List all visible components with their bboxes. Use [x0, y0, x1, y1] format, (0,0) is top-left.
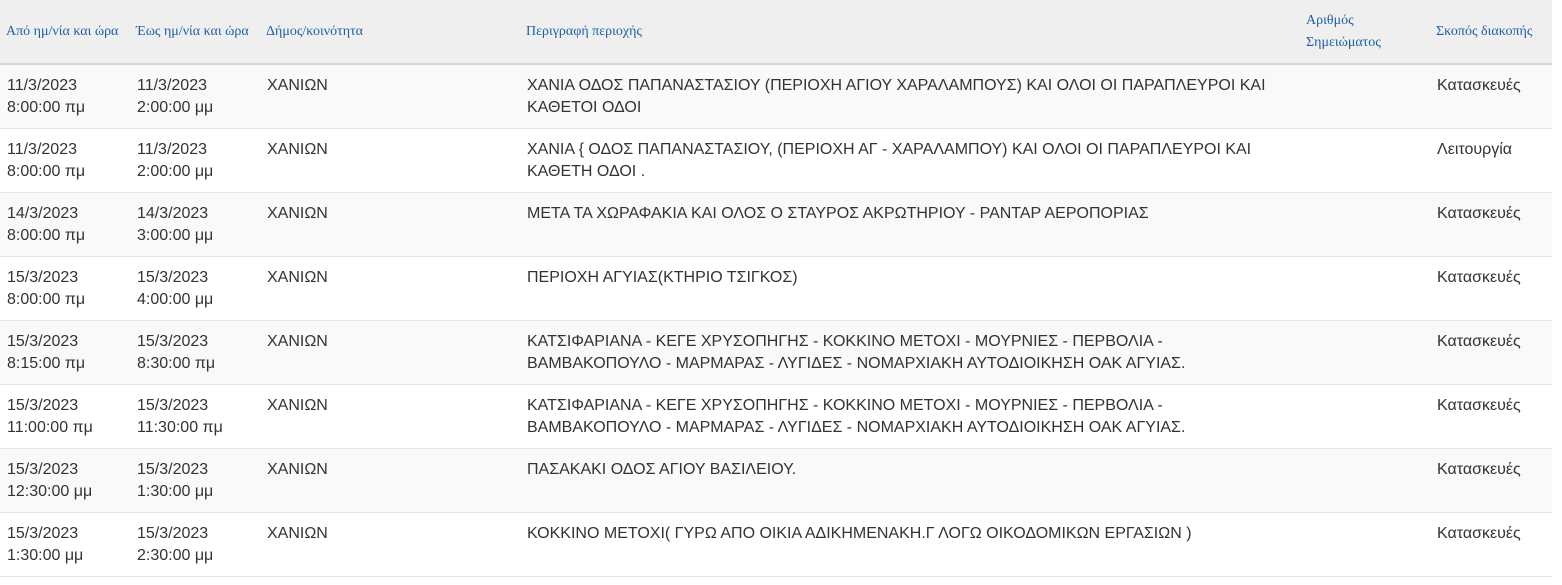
description-cell: ΧΑΝΙΑ { ΟΔΟΣ ΠΑΠΑΝΑΣΤΑΣΙΟΥ, (ΠΕΡΙΟΧΗ ΑΓ …: [527, 140, 1252, 180]
note-number-cell: [1300, 64, 1430, 128]
note-number-cell: [1300, 128, 1430, 192]
description-cell: ΚΟΚΚΙΝΟ ΜΕΤΟΧΙ( ΓΥΡΩ ΑΠΟ ΟΙΚΙΑ ΑΔΙΚΗΜΕΝΑ…: [527, 524, 1192, 542]
purpose-cell: Κατασκευές: [1437, 332, 1521, 350]
from-date: 14/3/2023: [7, 204, 79, 222]
purpose-cell: Κατασκευές: [1437, 268, 1521, 286]
note-number-cell: [1300, 384, 1430, 448]
municipality-cell: ΧΑΝΙΩΝ: [267, 332, 328, 350]
note-number-cell: [1300, 320, 1430, 384]
from-cell: 11/3/2023 8:00:00 πμ: [0, 64, 130, 128]
table-row: 11/3/2023 8:00:00 πμ 11/3/2023 2:00:00 μμ …: [0, 128, 1552, 192]
description-cell: ΠΑΣΑΚΑΚΙ ΟΔΟΣ ΑΓΙΟΥ ΒΑΣΙΛΕΙΟΥ.: [527, 460, 797, 478]
from-date: 15/3/2023: [7, 460, 79, 478]
table-header-row: Από ημ/νία και ώρα Έως ημ/νία και ώρα Δή…: [0, 0, 1552, 64]
from-time: 8:15:00 πμ: [7, 354, 86, 372]
from-cell: 15/3/2023 8:00:00 πμ: [0, 256, 130, 320]
municipality-cell: ΧΑΝΙΩΝ: [267, 140, 328, 158]
table-row: 15/3/2023 8:00:00 πμ 15/3/2023 4:00:00 μμ …: [0, 256, 1552, 320]
from-time: 8:00:00 πμ: [7, 99, 86, 116]
to-date: 15/3/2023: [137, 460, 209, 478]
from-cell: 11/3/2023 8:00:00 πμ: [0, 128, 130, 192]
purpose-cell: Κατασκευές: [1437, 77, 1521, 94]
to-time: 11:30:00 πμ: [137, 418, 223, 436]
from-date: 11/3/2023: [7, 140, 77, 158]
municipality-cell: ΧΑΝΙΩΝ: [267, 524, 328, 542]
to-date: 15/3/2023: [137, 396, 209, 414]
to-cell: 11/3/2023 2:00:00 μμ: [130, 128, 260, 192]
table-row: 15/3/2023 8:15:00 πμ 15/3/2023 8:30:00 πμ …: [0, 320, 1552, 384]
to-cell: 15/3/2023 11:30:00 πμ: [130, 384, 260, 448]
description-cell: ΜΕΤΑ ΤΑ ΧΩΡΑΦΑΚΙΑ ΚΑΙ ΟΛΟΣ Ο ΣΤΑΥΡΟΣ ΑΚΡ…: [527, 204, 1149, 222]
table-row: 15/3/2023 12:30:00 μμ 15/3/2023 1:30:00 μμ…: [0, 448, 1552, 512]
from-date: 15/3/2023: [7, 524, 79, 542]
to-cell: 15/3/2023 1:30:00 μμ: [130, 448, 260, 512]
from-cell: 14/3/2023 8:00:00 πμ: [0, 192, 130, 256]
to-date: 15/3/2023: [137, 268, 209, 286]
description-cell: ΚΑΤΣΙΦΑΡΙΑΝΑ - ΚΕΓΕ ΧΡΥΣΟΠΗΓΗΣ - ΚΟΚΚΙΝΟ…: [527, 396, 1186, 436]
municipality-cell: ΧΑΝΙΩΝ: [267, 77, 328, 94]
table-body: 11/3/2023 8:00:00 πμ 11/3/2023 2:00:00 μμ …: [0, 64, 1552, 576]
table-row: 14/3/2023 8:00:00 πμ 14/3/2023 3:00:00 μμ …: [0, 192, 1552, 256]
from-time: 12:30:00 μμ: [7, 482, 93, 500]
table-row: 15/3/2023 1:30:00 μμ 15/3/2023 2:30:00 μμ …: [0, 512, 1552, 576]
table-row: 11/3/2023 8:00:00 πμ 11/3/2023 2:00:00 μμ …: [0, 64, 1552, 128]
table-row: 15/3/2023 11:00:00 πμ 15/3/2023 11:30:00 π…: [0, 384, 1552, 448]
column-header-note-number[interactable]: Αριθμός Σημειώματος: [1300, 0, 1430, 64]
note-number-cell: [1300, 512, 1430, 576]
to-date: 11/3/2023: [137, 140, 207, 158]
to-time: 2:00:00 μμ: [137, 162, 214, 180]
purpose-cell: Κατασκευές: [1437, 396, 1521, 414]
note-number-cell: [1300, 192, 1430, 256]
to-date: 11/3/2023: [137, 77, 207, 94]
from-cell: 15/3/2023 12:30:00 μμ: [0, 448, 130, 512]
from-time: 8:00:00 πμ: [7, 290, 86, 308]
municipality-cell: ΧΑΝΙΩΝ: [267, 268, 328, 286]
from-cell: 15/3/2023 11:00:00 πμ: [0, 384, 130, 448]
to-time: 1:30:00 μμ: [137, 482, 214, 500]
to-time: 3:00:00 μμ: [137, 226, 214, 244]
from-cell: 15/3/2023 8:15:00 πμ: [0, 320, 130, 384]
municipality-cell: ΧΑΝΙΩΝ: [267, 460, 328, 478]
purpose-cell: Κατασκευές: [1437, 524, 1521, 542]
to-cell: 14/3/2023 3:00:00 μμ: [130, 192, 260, 256]
from-time: 8:00:00 πμ: [7, 226, 86, 244]
note-number-cell: [1300, 256, 1430, 320]
to-time: 8:30:00 πμ: [137, 354, 216, 372]
from-cell: 15/3/2023 1:30:00 μμ: [0, 512, 130, 576]
from-time: 1:30:00 μμ: [7, 546, 84, 564]
to-cell: 11/3/2023 2:00:00 μμ: [130, 64, 260, 128]
from-date: 15/3/2023: [7, 396, 79, 414]
note-number-cell: [1300, 448, 1430, 512]
to-time: 4:00:00 μμ: [137, 290, 214, 308]
to-cell: 15/3/2023 4:00:00 μμ: [130, 256, 260, 320]
column-header-from[interactable]: Από ημ/νία και ώρα: [0, 0, 130, 64]
municipality-cell: ΧΑΝΙΩΝ: [267, 204, 328, 222]
municipality-cell: ΧΑΝΙΩΝ: [267, 396, 328, 414]
from-time: 8:00:00 πμ: [7, 162, 86, 180]
to-time: 2:00:00 μμ: [137, 99, 214, 116]
purpose-cell: Κατασκευές: [1437, 460, 1521, 478]
purpose-cell: Κατασκευές: [1437, 204, 1521, 222]
column-header-to[interactable]: Έως ημ/νία και ώρα: [130, 0, 260, 64]
description-cell: ΠΕΡΙΟΧΗ ΑΓΥΙΑΣ(ΚΤΗΡΙΟ ΤΣΙΓΚΟΣ): [527, 268, 798, 286]
purpose-cell: Λειτουργία: [1437, 140, 1513, 158]
to-date: 15/3/2023: [137, 524, 209, 542]
from-date: 15/3/2023: [7, 268, 79, 286]
column-header-description[interactable]: Περιγραφή περιοχής: [520, 0, 1300, 64]
description-cell: ΧΑΝΙΑ ΟΔΟΣ ΠΑΠΑΝΑΣΤΑΣΙΟΥ (ΠΕΡΙΟΧΗ ΑΓΙΟΥ …: [527, 77, 1266, 116]
description-cell: ΚΑΤΣΙΦΑΡΙΑΝΑ - ΚΕΓΕ ΧΡΥΣΟΠΗΓΗΣ - ΚΟΚΚΙΝΟ…: [527, 332, 1186, 372]
column-header-purpose[interactable]: Σκοπός διακοπής: [1430, 0, 1552, 64]
to-date: 15/3/2023: [137, 332, 209, 350]
to-cell: 15/3/2023 2:30:00 μμ: [130, 512, 260, 576]
outages-table: Από ημ/νία και ώρα Έως ημ/νία και ώρα Δή…: [0, 0, 1552, 577]
from-date: 11/3/2023: [7, 77, 77, 94]
to-cell: 15/3/2023 8:30:00 πμ: [130, 320, 260, 384]
column-header-municipality[interactable]: Δήμος/κοινότητα: [260, 0, 520, 64]
to-date: 14/3/2023: [137, 204, 209, 222]
to-time: 2:30:00 μμ: [137, 546, 214, 564]
from-date: 15/3/2023: [7, 332, 79, 350]
from-time: 11:00:00 πμ: [7, 418, 93, 436]
